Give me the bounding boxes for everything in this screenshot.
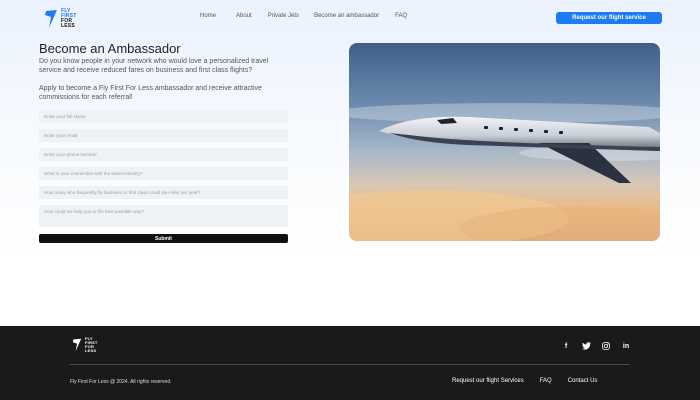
nav-home[interactable]: Home	[200, 13, 216, 19]
main-nav: Home About Private Jets Become an ambass…	[200, 13, 425, 19]
site-footer: FLY FIRST FOR LESS f in Fly First For Le…	[0, 326, 700, 400]
twitter-icon[interactable]	[581, 341, 591, 351]
nav-become-ambassador[interactable]: Become an ambassador	[314, 13, 379, 19]
intro-paragraph: Do you know people in your network who w…	[39, 58, 269, 74]
nav-about[interactable]: About	[236, 13, 252, 19]
logo-wordmark: FLY FIRST FOR LESS	[61, 8, 77, 29]
nav-private-jets[interactable]: Private Jets	[268, 13, 299, 19]
nav-faq[interactable]: FAQ	[395, 13, 407, 19]
hero-jet-image	[349, 43, 660, 241]
travel-connection-field[interactable]: What is your connection with the travel …	[39, 167, 288, 180]
social-links: f in	[561, 341, 631, 351]
site-header: FLY FIRST FOR LESS Home About Private Je…	[0, 0, 700, 36]
request-flight-button[interactable]: Request our flight service	[556, 12, 662, 24]
page-title: Become an Ambassador	[39, 41, 181, 56]
brand-logo[interactable]: FLY FIRST FOR LESS	[44, 8, 84, 30]
full-name-field[interactable]: Enter your full Name	[39, 110, 288, 123]
footer-links: Request our flight Services FAQ Contact …	[452, 378, 597, 384]
copyright-text: Fly First For Less @ 2024. All rights re…	[70, 379, 172, 385]
instagram-icon[interactable]	[601, 341, 611, 351]
logo-wing-icon	[72, 338, 82, 352]
ambassador-form: Enter your full Name Enter your email En…	[39, 110, 288, 233]
help-message-field[interactable]: How could we help you in the best possib…	[39, 205, 288, 227]
logo-wing-icon	[45, 10, 57, 28]
email-field[interactable]: Enter your email	[39, 129, 288, 142]
footer-link-faq[interactable]: FAQ	[540, 378, 552, 384]
jet-illustration	[349, 103, 660, 241]
linkedin-icon[interactable]: in	[621, 341, 631, 351]
footer-link-contact[interactable]: Contact Us	[568, 378, 598, 384]
facebook-icon[interactable]: f	[561, 341, 571, 351]
footer-logo[interactable]: FLY FIRST FOR LESS	[72, 337, 112, 353]
phone-field[interactable]: Enter your phone Number	[39, 148, 288, 161]
submit-button[interactable]: Submit	[39, 234, 288, 243]
footer-divider	[70, 364, 630, 365]
footer-logo-wordmark: FLY FIRST FOR LESS	[85, 336, 98, 353]
referrals-field[interactable]: How many who frequently fly business or …	[39, 186, 288, 199]
apply-paragraph: Apply to become a Fly First For Less amb…	[39, 85, 262, 101]
footer-link-request-services[interactable]: Request our flight Services	[452, 378, 524, 384]
